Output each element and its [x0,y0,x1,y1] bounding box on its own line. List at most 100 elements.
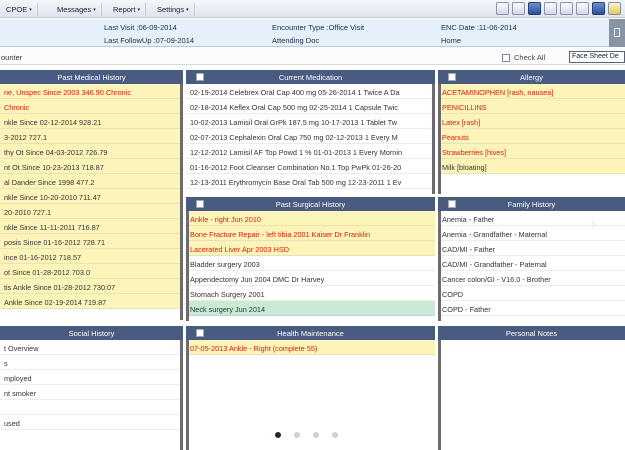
panel-header: Past Medical History [0,70,183,84]
scrollbar[interactable] [438,340,441,450]
edit-icon[interactable] [512,2,525,15]
list-item[interactable]: mployed [0,370,183,385]
panel-title: Health Maintenance [277,329,344,338]
past-surgical-list: Ankle - right Jun 2010 Bone Fracture Repa… [186,211,435,321]
scrollbar[interactable] [186,211,189,321]
menu-cpoe[interactable]: CPOE ▾ [0,3,38,16]
next-arrow-icon[interactable]: › [590,214,604,234]
list-item[interactable]: 12-13-2011 Erythromycin Base Oral Tab 50… [186,174,435,189]
scrollbar[interactable] [432,84,435,194]
list-item[interactable]: Chronic [0,99,183,114]
list-item[interactable]: 02-07-2013 Cephalexin Oral Cap 750 mg 02… [186,129,435,144]
list-item[interactable]: posis Since 01-16-2012 728.71 [0,234,183,249]
list-item[interactable]: al Dander Since 1998 477.2 [0,174,183,189]
download-icon[interactable] [592,2,605,15]
scrollbar[interactable] [438,84,441,194]
list-item[interactable]: tis Ankle Since 01-28-2012 730.07 [0,279,183,294]
panel-checkbox[interactable] [196,329,204,337]
pager-dot[interactable] [275,432,281,438]
side-panel-toggle[interactable] [609,19,625,47]
list-item[interactable]: Bone Fracture Repair - left tibia 2001 K… [186,226,435,241]
scrollbar[interactable] [180,84,183,320]
list-item[interactable]: Latex [rash] [438,114,625,129]
list-item[interactable]: Peanuts [438,129,625,144]
pager-dot[interactable] [313,432,319,438]
pager-dot[interactable] [294,432,300,438]
stethoscope-icon[interactable] [576,2,589,15]
panel-header: Current Medication [186,70,435,84]
list-item[interactable]: CAD/MI - Father [438,241,625,256]
last-followup: Last FollowUp :07-09-2014 [104,36,195,45]
face-sheet-select[interactable]: Face Sheet De [569,51,625,63]
panel-checkbox[interactable] [448,73,456,81]
list-item[interactable]: nt smoker [0,385,183,400]
list-item[interactable]: PENICILLINS [438,99,625,114]
list-item[interactable]: nkle Since 11-11-2011 716.87 [0,219,183,234]
list-item[interactable]: ACETAMINOPHEN [rash, nausea] [438,84,625,99]
list-item[interactable]: nkle Since 10-20-2010 711.47 [0,189,183,204]
scrollbar[interactable] [438,211,441,321]
alert-icon[interactable] [608,2,621,15]
panel-header: Health Maintenance [186,326,435,340]
eraser-icon[interactable] [496,2,509,15]
chevron-down-icon: ▾ [186,7,189,13]
allergy-list: ACETAMINOPHEN [rash, nausea] PENICILLINS L… [438,84,625,194]
menu-messages[interactable]: Messages ▾ [52,3,102,16]
list-item[interactable]: Strawberries [hives] [438,144,625,159]
screen-icon[interactable] [528,2,541,15]
list-item[interactable]: Milk [bloating] [438,159,625,174]
list-item[interactable]: COPD - Father [438,301,625,316]
panel-header: Personal Notes [438,326,625,340]
list-item[interactable]: nt Ot Since 10-23-2013 718.87 [0,159,183,174]
panel-checkbox[interactable] [196,73,204,81]
document-icon[interactable] [544,2,557,15]
list-item[interactable]: used [0,415,183,430]
menu-settings[interactable]: Settings ▾ [152,3,195,16]
check-all-checkbox[interactable] [502,53,510,62]
list-item[interactable]: ince 01-16-2012 718.57 [0,249,183,264]
list-item[interactable]: Bladder surgery 2003 [186,256,435,271]
menu-report-label: Report [113,5,136,14]
user-icon[interactable] [560,2,573,15]
list-item[interactable]: 07-05-2013 Ankle - Right (complete 55) [186,340,435,355]
list-item[interactable]: s [0,355,183,370]
list-item[interactable]: Neck surgery Jun 2014 [186,301,435,316]
menu-report[interactable]: Report ▾ [108,3,147,16]
list-item[interactable]: 3-2012 727.1 [0,129,183,144]
list-item[interactable]: 01-16-2012 Foot Cleanser Combination No.… [186,159,435,174]
scrollbar[interactable] [186,340,189,450]
list-item[interactable]: thy Ot Since 04-03-2012 726.79 [0,144,183,159]
list-item[interactable]: CAD/MI - Grandfather - Paternal [438,256,625,271]
list-item[interactable]: 12-12-2012 Lamisil AF Top Powd 1 % 01-01… [186,144,435,159]
list-item[interactable]: Stomach Surgery 2001 [186,286,435,301]
list-item[interactable] [0,400,183,415]
list-item[interactable]: COPD [438,286,625,301]
list-item[interactable]: Ankle - right Jun 2010 [186,211,435,226]
list-item[interactable]: nkle Since 02-12-2014 928.21 [0,114,183,129]
chevron-down-icon: ▾ [29,7,32,13]
social-history-list: t Overview s mployed nt smoker used [0,340,183,450]
previous-arrow-icon[interactable]: ‹ [34,214,48,234]
list-item[interactable]: ot Since 01-28-2012 703.0 [0,264,183,279]
list-item[interactable]: t Overview [0,340,183,355]
scrollbar[interactable] [180,340,183,450]
list-item[interactable]: 02-18-2014 Keflex Oral Cap 500 mg 02-25-… [186,99,435,114]
list-item[interactable]: Appendectomy Jun 2004 DMC Dr Harvey [186,271,435,286]
list-item[interactable]: ne, Unspec Since 2003 346.90 Chronic [0,84,183,99]
panel-checkbox[interactable] [448,200,456,208]
check-all-label: Check All [514,53,546,62]
social-history-panel: Social History t Overview s mployed nt smok… [0,326,183,450]
list-item[interactable]: Ankle Since 02-19-2014 719.87 [0,294,183,309]
past-medical-history-panel: Past Medical History ne, Unspec Since 20… [0,70,183,320]
panel-checkbox[interactable] [196,200,204,208]
list-item[interactable]: 02-19-2014 Celebrex Oral Cap 400 mg 05-2… [186,84,435,99]
check-all[interactable]: Check All [502,53,545,62]
panel-header: Family History [438,197,625,211]
list-item[interactable]: 20-2010 727.1 [0,204,183,219]
list-item[interactable]: 10-02-2013 Lamisil Oral GrPk 187.5 mg 10… [186,114,435,129]
panel-header: Allergy [438,70,625,84]
pager-dot[interactable] [332,432,338,438]
list-item[interactable]: Lacerated Liver Apr 2003 HSD [186,241,435,256]
menu-settings-label: Settings [157,5,185,14]
list-item[interactable]: Cancer colon/GI - V16.0 - Brother [438,271,625,286]
